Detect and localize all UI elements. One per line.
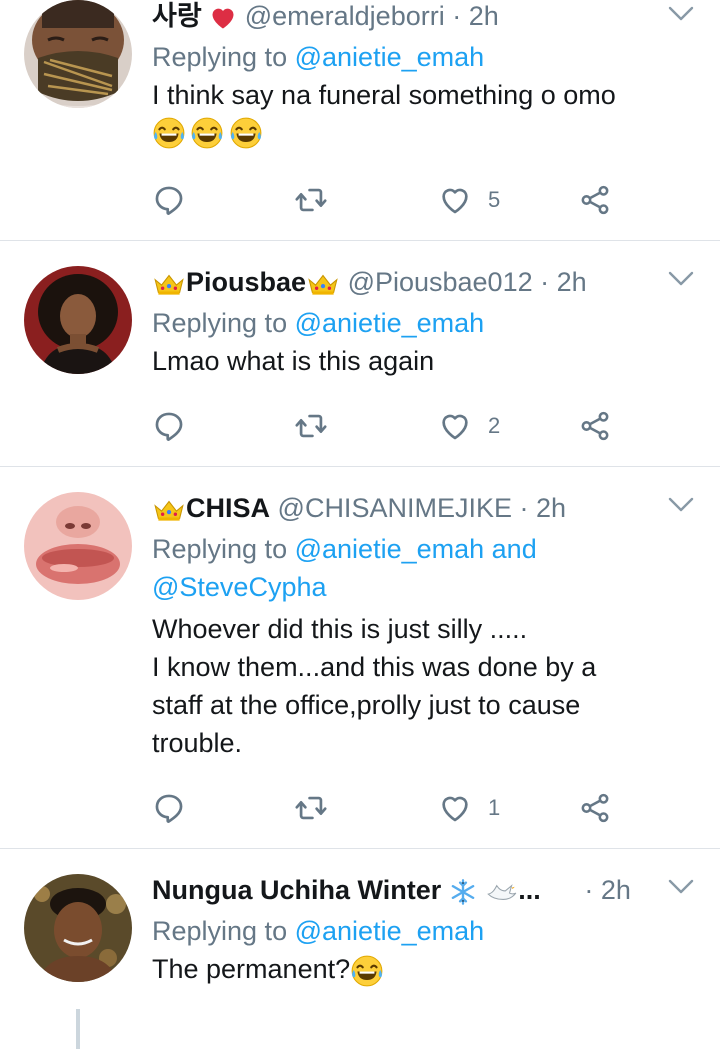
tweet-header: CHISA @CHISANIMEJIKE · 2h [152,492,700,524]
retweet-button[interactable] [294,406,328,446]
and-connector: and [491,534,537,564]
mention-link[interactable]: @SteveCypha [152,572,327,602]
chevron-down-icon[interactable] [668,6,694,22]
tweet-text: The permanent? [152,954,351,984]
laughing-tears-emoji [190,116,224,150]
heart-icon [438,183,472,217]
tweet-3[interactable]: CHISA @CHISANIMEJIKE · 2h Replying to @a… [0,467,720,849]
replying-to: Replying to @anietie_emah [152,912,700,950]
replying-to-label: Replying to [152,308,288,338]
replying-to: Replying to @anietie_emah [152,304,700,342]
replying-to: Replying to @anietie_emah and @SteveCyph… [152,530,700,606]
tweet-header: Nungua Uchiha Winter ... · 2h [152,874,700,906]
like-button[interactable]: 5 [438,180,500,220]
replying-to-label: Replying to [152,42,288,72]
avatar[interactable] [24,266,132,374]
tweet-4[interactable]: Nungua Uchiha Winter ... · 2h Replying t… [0,849,720,1049]
chevron-down-icon[interactable] [668,497,694,513]
red-heart-emoji [209,4,237,32]
share-icon [578,183,612,217]
action-bar: 1 [152,788,632,828]
tweet-text: I think say na funeral something o omo [152,80,616,110]
avatar[interactable] [24,0,132,108]
chevron-down-icon[interactable] [668,271,694,287]
handle[interactable]: @emeraldjeborri [245,1,445,31]
share-icon [578,791,612,825]
tweet-1[interactable]: 사랑 @emeraldjeborri · 2h Replying to @ani… [0,0,720,241]
crown-emoji [306,271,340,297]
display-name[interactable]: Nungua Uchiha Winter [152,875,441,905]
tweet-text: Lmao what is this again [152,346,435,376]
reply-button[interactable] [152,788,186,828]
like-count: 1 [488,795,501,820]
laughing-tears-emoji [152,116,186,150]
snowflake-emoji [449,878,477,906]
timestamp[interactable]: · 2h [540,267,587,297]
crown-emoji [152,271,186,297]
display-name[interactable]: Piousbae [186,267,306,297]
replying-to-label: Replying to [152,534,288,564]
avatar[interactable] [24,492,132,600]
tweet-text: Whoever did this is just silly ..... I k… [152,610,700,762]
laughing-tears-emoji [350,954,384,988]
share-icon [578,409,612,443]
tweet-2[interactable]: Piousbae @Piousbae012 · 2h Replying to @… [0,241,720,467]
action-bar: 5 [152,180,632,220]
like-count: 5 [488,187,501,212]
reply-button[interactable] [152,180,186,220]
share-button[interactable] [578,180,612,220]
reply-icon [152,791,186,825]
mention-link[interactable]: @anietie_emah [295,534,485,564]
reply-icon [152,409,186,443]
timestamp[interactable]: · 2h [452,1,499,31]
tweet-text-line: trouble. [152,728,243,758]
reply-button[interactable] [152,406,186,446]
crown-emoji [152,497,186,523]
share-button[interactable] [578,788,612,828]
mention-link[interactable]: @anietie_emah [295,308,485,338]
like-button[interactable]: 1 [438,788,500,828]
mention-link[interactable]: @anietie_emah [295,42,485,72]
share-button[interactable] [578,406,612,446]
tweet-text-row: The permanent? [152,950,700,988]
timestamp[interactable]: · 2h [520,493,567,523]
handle[interactable]: @Piousbae012 [348,267,533,297]
mention-link[interactable]: @anietie_emah [295,916,485,946]
tweet-text-line: Whoever did this is just silly ..... [152,614,528,644]
retweet-icon [294,409,328,443]
emoji-row [152,116,700,156]
handle[interactable]: @CHISANIMEJIKE [278,493,512,523]
retweet-icon [294,791,328,825]
chevron-down-icon[interactable] [668,879,694,895]
heart-icon [438,791,472,825]
like-count: 2 [488,413,501,438]
dove-emoji [484,879,518,905]
tweet-text-line: staff at the office,prolly just to cause [152,690,581,720]
name-truncation: ... [518,875,541,905]
retweet-button[interactable] [294,788,328,828]
tweet-header: 사랑 @emeraldjeborri · 2h [152,0,700,32]
display-name[interactable]: 사랑 [152,1,202,31]
retweet-icon [294,183,328,217]
timestamp[interactable]: · 2h [584,875,631,905]
tweet-header: Piousbae @Piousbae012 · 2h [152,266,700,298]
heart-icon [438,409,472,443]
replying-to: Replying to @anietie_emah [152,38,700,76]
tweet-text-line: I know them...and this was done by a [152,652,597,682]
laughing-tears-emoji [229,116,263,150]
reply-icon [152,183,186,217]
replying-to-label: Replying to [152,916,288,946]
avatar[interactable] [24,874,132,982]
action-bar: 2 [152,406,632,446]
retweet-button[interactable] [294,180,328,220]
thread-connector [76,1009,80,1049]
like-button[interactable]: 2 [438,406,500,446]
display-name[interactable]: CHISA [186,493,270,523]
